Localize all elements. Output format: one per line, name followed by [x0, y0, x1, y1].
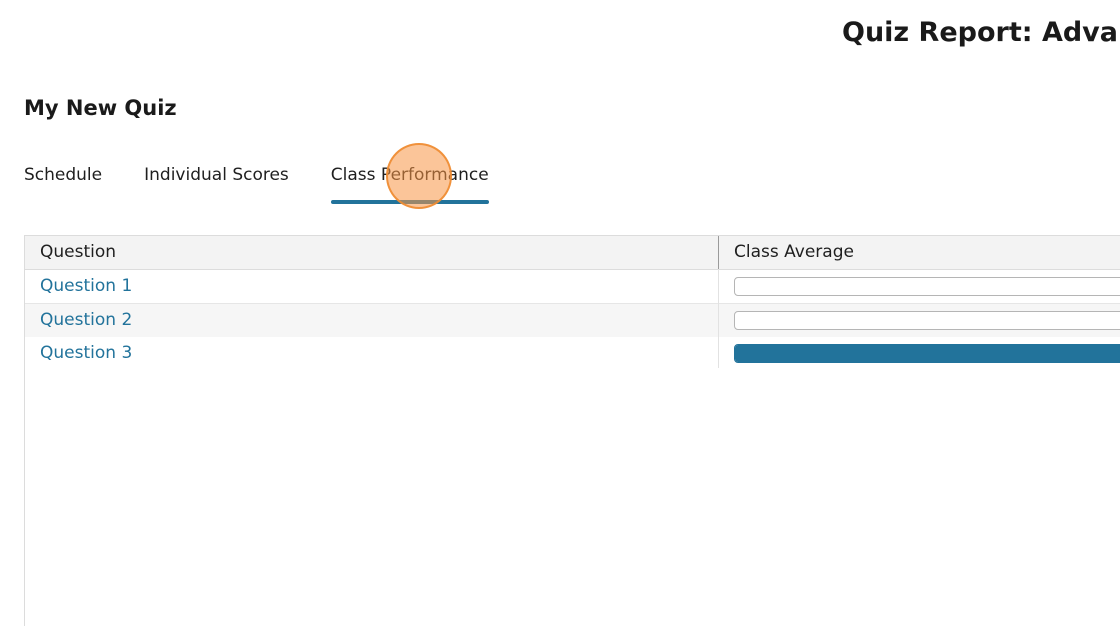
- table-row: Question 1: [25, 270, 1120, 304]
- tab-individual-scores[interactable]: Individual Scores: [144, 164, 289, 208]
- column-header-class-average[interactable]: Class Average: [734, 236, 854, 269]
- table-row: Question 3: [25, 337, 1120, 370]
- tab-class-performance[interactable]: Class Performance: [330, 164, 489, 208]
- question-link[interactable]: Question 2: [40, 304, 132, 337]
- column-header-question[interactable]: Question: [40, 236, 116, 269]
- quiz-name: My New Quiz: [24, 96, 177, 120]
- class-average-bar: [734, 311, 1120, 330]
- table-row: Question 2: [25, 304, 1120, 338]
- tab-schedule[interactable]: Schedule: [24, 164, 102, 208]
- page-title: Quiz Report: Advanc: [842, 17, 1120, 48]
- class-performance-table: Question Class Average Question 1 Questi…: [24, 235, 1120, 626]
- class-average-bar: [734, 344, 1120, 363]
- question-link[interactable]: Question 1: [40, 270, 132, 303]
- question-link[interactable]: Question 3: [40, 337, 132, 370]
- class-average-bar: [734, 277, 1120, 296]
- class-average-bar-fill: [735, 345, 1120, 362]
- column-divider: [718, 269, 719, 368]
- table-header: Question Class Average: [25, 236, 1120, 270]
- tab-bar: Schedule Individual Scores Class Perform…: [24, 164, 489, 208]
